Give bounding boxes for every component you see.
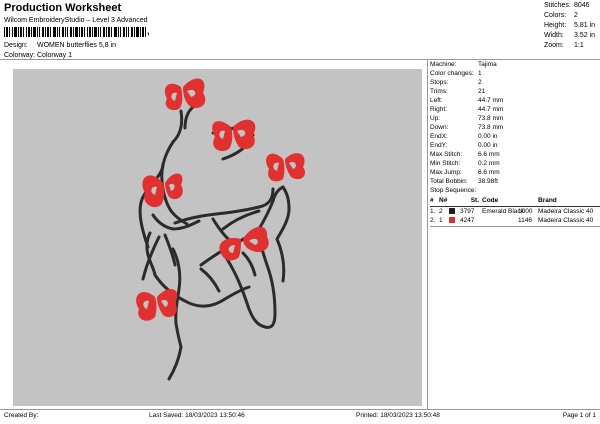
created-by: Created By:: [4, 412, 39, 419]
stop-sequence-header: # N# St. Code Brand: [430, 197, 557, 204]
embroidery-artwork: [136, 78, 306, 381]
design-info: Design: WOMEN butterflies 5,8 in Colorway…: [4, 41, 424, 61]
stop-row: 1. 2 3797 Emerald Black 1000 Madeira Cla…: [430, 207, 594, 215]
last-saved: Last Saved: 18/03/2023 13:50:46: [149, 412, 245, 419]
info-design: Design: WOMEN butterflies 5,8 in: [4, 42, 116, 49]
stop-sequence-bottom-line: [430, 226, 600, 227]
param-row: Right: 44.7 mm: [430, 106, 504, 113]
param-row: Min Stitch: 0.2 mm: [430, 160, 500, 167]
param-row: Trims: 21: [430, 88, 486, 95]
machine-parameters: Machine: Tajima Color changes: 1 Stops: 2 T…: [430, 60, 600, 227]
barcode-graphic: [4, 27, 146, 37]
page-title: Production Worksheet: [4, 2, 122, 14]
butterfly-1: [164, 78, 206, 111]
param-row: Max Stitch: 6.6 mm: [430, 151, 500, 158]
worksheet-header: Production Worksheet Wilcom EmbroiderySt…: [4, 2, 539, 25]
barcode-suffix: ,: [147, 26, 150, 36]
param-row: Color changes: 1: [430, 70, 482, 77]
footer-divider: [0, 409, 600, 410]
column-divider: [427, 59, 428, 409]
butterfly-2: [212, 119, 256, 152]
param-row: Machine: Tajima: [430, 61, 497, 68]
butterfly-6: [136, 289, 178, 321]
stat-stitches: Stitches: 8046: [544, 2, 590, 9]
design-stats: Stitches: 8046 Colors: 2 Height: 5.81 in Wi…: [544, 1, 600, 51]
stop-row: 2. 1 4247 1146 Madeira Classic 40: [430, 216, 594, 224]
stat-height: Height: 5.81 in: [544, 22, 596, 29]
param-row: Total Bobbin: 38.98ft: [430, 178, 498, 185]
param-row: Down: 73.8 mm: [430, 124, 504, 131]
software-subtitle: Wilcom EmbroideryStudio – Level 3 Advanc…: [4, 17, 148, 24]
param-row: Stops: 2: [430, 79, 482, 86]
design-preview: [13, 69, 422, 406]
butterfly-3: [266, 153, 306, 182]
param-row: Up: 73.8 mm: [430, 115, 504, 122]
page-number: Page 1 of 1: [562, 412, 596, 419]
param-row: EndX: 0.00 in: [430, 133, 498, 140]
param-row: Max Jump: 6.6 mm: [430, 169, 500, 176]
worksheet-footer: Created By: Last Saved: 18/03/2023 13:50…: [4, 411, 600, 421]
stat-zoom: Zoom: 1:1: [544, 42, 584, 49]
color-swatch: [449, 207, 455, 214]
stat-colors: Colors: 2: [544, 12, 578, 19]
param-row: Left: 44.7 mm: [430, 97, 504, 104]
stat-width: Width: 3.52 in: [544, 32, 596, 39]
stop-sequence-title: Stop Sequence:: [430, 187, 477, 194]
param-row: EndY: 0.00 in: [430, 142, 498, 149]
color-swatch: [449, 216, 455, 223]
printed-date: Printed: 18/03/2023 13:50:48: [356, 412, 440, 419]
